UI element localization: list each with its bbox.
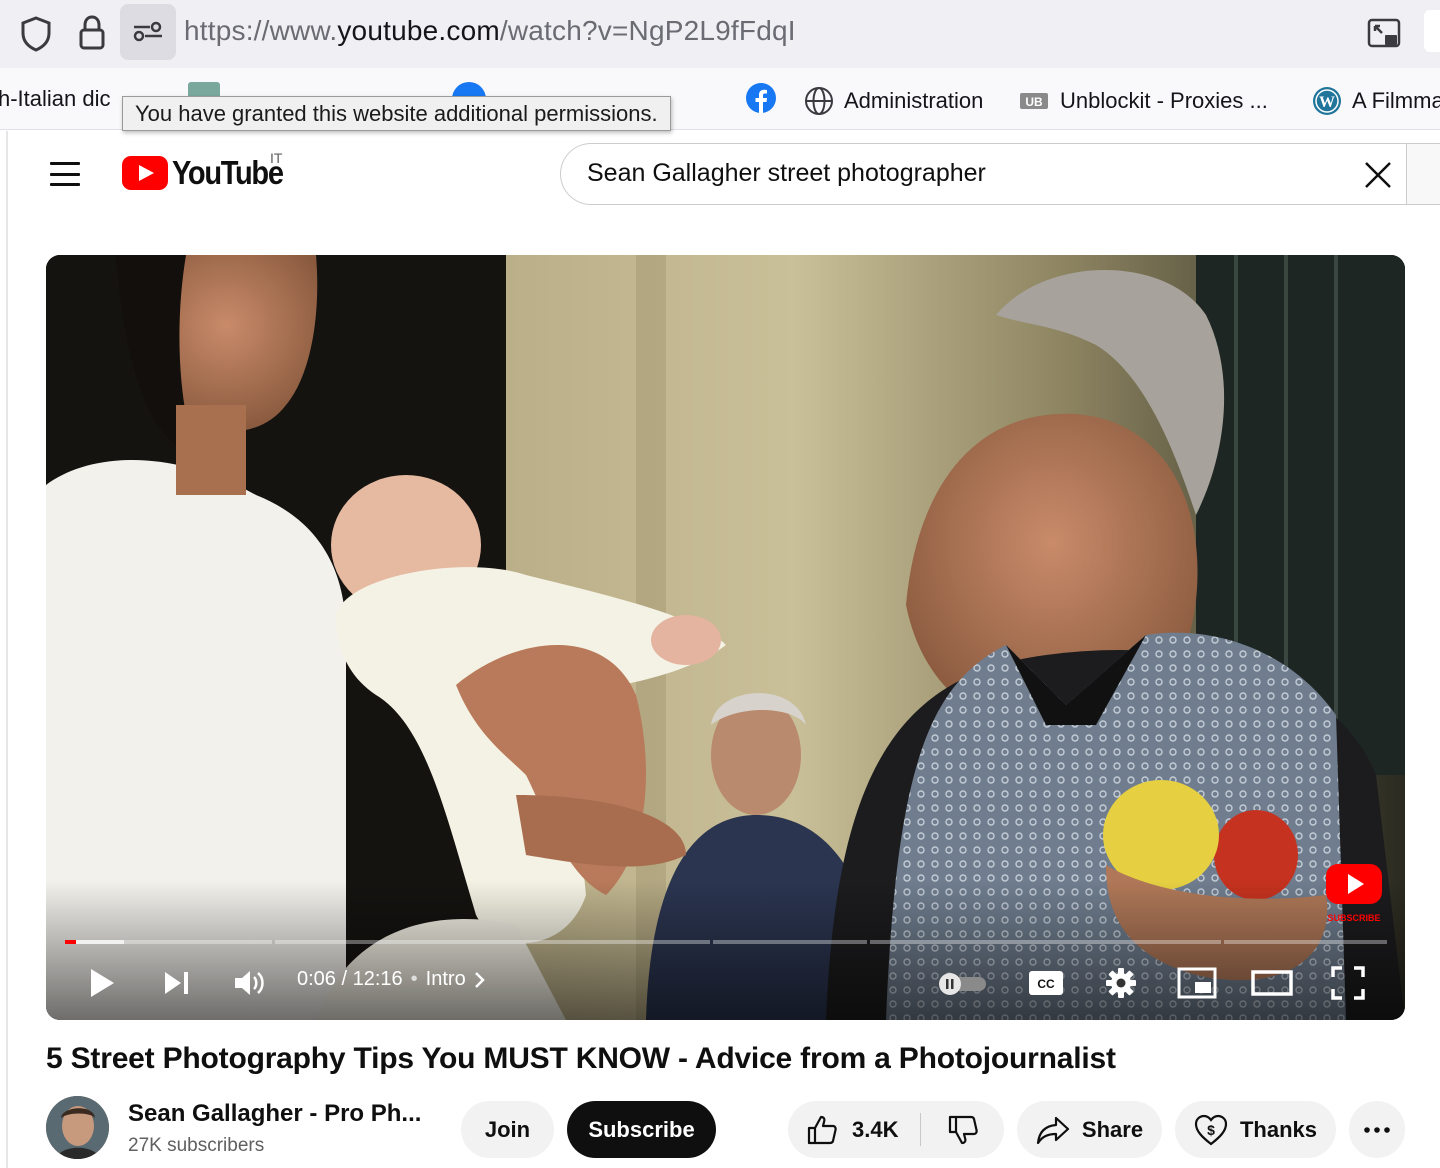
search-button[interactable] [1406, 143, 1440, 205]
menu-line [50, 172, 80, 176]
bookmark-label: Unblockit - Proxies ... [1060, 88, 1268, 113]
youtube-logo-text: YouTube [172, 154, 284, 191]
subscribe-button[interactable]: Subscribe [567, 1101, 716, 1158]
thanks-label: Thanks [1239, 1116, 1318, 1142]
youtube-subscribe-icon [1326, 864, 1382, 904]
browser-urlbar: https://www.youtube.com/watch?v=NgP2L9fF… [0, 0, 1440, 68]
url-scheme: https://www. [184, 15, 338, 46]
fullscreen-button[interactable] [1328, 963, 1368, 1003]
share-icon [1036, 1116, 1070, 1144]
more-actions-button[interactable] [1349, 1101, 1405, 1158]
thanks-heart-icon: $ [1194, 1114, 1228, 1146]
subtitles-button[interactable]: CC [1026, 963, 1066, 1003]
autoplay-toggle[interactable] [934, 963, 992, 1003]
url-path: /watch?v=NgP2L9fFdqI [499, 15, 796, 46]
clear-search-icon[interactable] [1361, 158, 1395, 192]
more-horizontal-icon [1364, 1126, 1390, 1133]
thumbs-down-icon [948, 1115, 978, 1144]
chapter-segment [275, 940, 710, 944]
gear-icon [1106, 968, 1136, 998]
next-button[interactable] [156, 963, 196, 1003]
closed-captions-icon: CC [1029, 971, 1063, 995]
share-button[interactable]: Share [1017, 1101, 1162, 1158]
watermark-label: SUBSCRIBE [1327, 913, 1381, 923]
unblockit-icon: UB [1020, 93, 1048, 109]
youtube-play-icon [122, 156, 168, 190]
chapter-title[interactable]: Intro [426, 968, 466, 991]
globe-icon [805, 87, 833, 115]
lock-icon[interactable] [76, 14, 108, 52]
bookmark-facebook[interactable] [746, 83, 776, 113]
join-button[interactable]: Join [461, 1101, 554, 1158]
dislike-button[interactable] [921, 1101, 1004, 1158]
avatar-image [46, 1096, 109, 1159]
search-input[interactable] [587, 159, 1347, 188]
video-player[interactable]: SUBSCRIBE 0:06 / 12:16 • Intro CC [46, 255, 1405, 1020]
theater-mode-icon [1251, 970, 1293, 996]
svg-text:CC: CC [1037, 977, 1055, 991]
bookmark-administration[interactable]: Administration [804, 86, 983, 116]
svg-text:W: W [1319, 94, 1335, 111]
bookmark-label: A Filmma [1352, 88, 1440, 113]
autoplay-toggle-icon [939, 973, 986, 995]
like-count: 3.4K [852, 1116, 899, 1142]
menu-line [50, 183, 80, 186]
chapter-segment [1224, 940, 1387, 944]
bookmark-label: h-Italian dic [0, 86, 111, 111]
site-permissions-button[interactable] [120, 4, 176, 60]
time-display: 0:06 / 12:16 • Intro [297, 968, 486, 991]
url-host: youtube.com [337, 15, 500, 46]
bookmark-unblockit[interactable]: UB Unblockit - Proxies ... [1018, 86, 1268, 116]
like-button[interactable]: 3.4K [788, 1101, 920, 1158]
mute-button[interactable] [230, 963, 270, 1003]
wordpress-icon: W [1313, 87, 1341, 115]
chapter-separator: • [410, 968, 418, 990]
next-icon [165, 972, 188, 994]
tracking-protection-shield-icon[interactable] [20, 16, 52, 52]
bookmark-italian-dictionary[interactable]: h-Italian dic [0, 86, 111, 112]
thanks-button[interactable]: $ Thanks [1175, 1101, 1336, 1158]
bookmark-a-filmmaker[interactable]: W A Filmma [1312, 86, 1440, 116]
theater-mode-button[interactable] [1250, 963, 1294, 1003]
chapter-segment [713, 940, 867, 944]
svg-text:$: $ [1207, 1122, 1215, 1138]
svg-text:UB: UB [1025, 95, 1043, 109]
thumbs-up-icon [807, 1115, 837, 1144]
play-icon [91, 969, 114, 997]
chevron-right-icon[interactable] [474, 971, 486, 989]
progress-bar[interactable] [65, 940, 1387, 944]
miniplayer-button[interactable] [1176, 963, 1218, 1003]
facebook-icon [746, 83, 776, 113]
chapter-segment [870, 940, 1221, 944]
page-edge [0, 131, 8, 1168]
miniplayer-icon [1177, 967, 1217, 999]
channel-name[interactable]: Sean Gallagher - Pro Ph... [128, 1100, 421, 1128]
video-title: 5 Street Photography Tips You MUST KNOW … [46, 1042, 1116, 1075]
permissions-tooltip: You have granted this website additional… [122, 96, 671, 131]
fullscreen-icon [1331, 966, 1365, 1000]
guide-menu-button[interactable] [44, 156, 86, 192]
settings-button[interactable] [1101, 963, 1141, 1003]
time-current-duration: 0:06 / 12:16 [297, 968, 403, 990]
toolbar-edge [1424, 10, 1440, 52]
country-code: IT [270, 150, 283, 166]
search-box [560, 143, 1408, 205]
play-button[interactable] [82, 963, 122, 1003]
channel-watermark[interactable]: SUBSCRIBE [1324, 862, 1384, 923]
picture-in-picture-icon[interactable] [1366, 16, 1402, 52]
bookmark-label: Administration [844, 88, 984, 113]
share-label: Share [1081, 1116, 1144, 1142]
like-dislike-group: 3.4K [788, 1101, 1004, 1158]
volume-icon [235, 971, 264, 995]
channel-avatar[interactable] [46, 1096, 109, 1159]
subscriber-count: 27K subscribers [128, 1135, 265, 1156]
address-bar[interactable]: https://www.youtube.com/watch?v=NgP2L9fF… [184, 15, 796, 47]
progress-played [65, 940, 76, 944]
permissions-icon [133, 21, 162, 42]
menu-line [50, 162, 80, 165]
